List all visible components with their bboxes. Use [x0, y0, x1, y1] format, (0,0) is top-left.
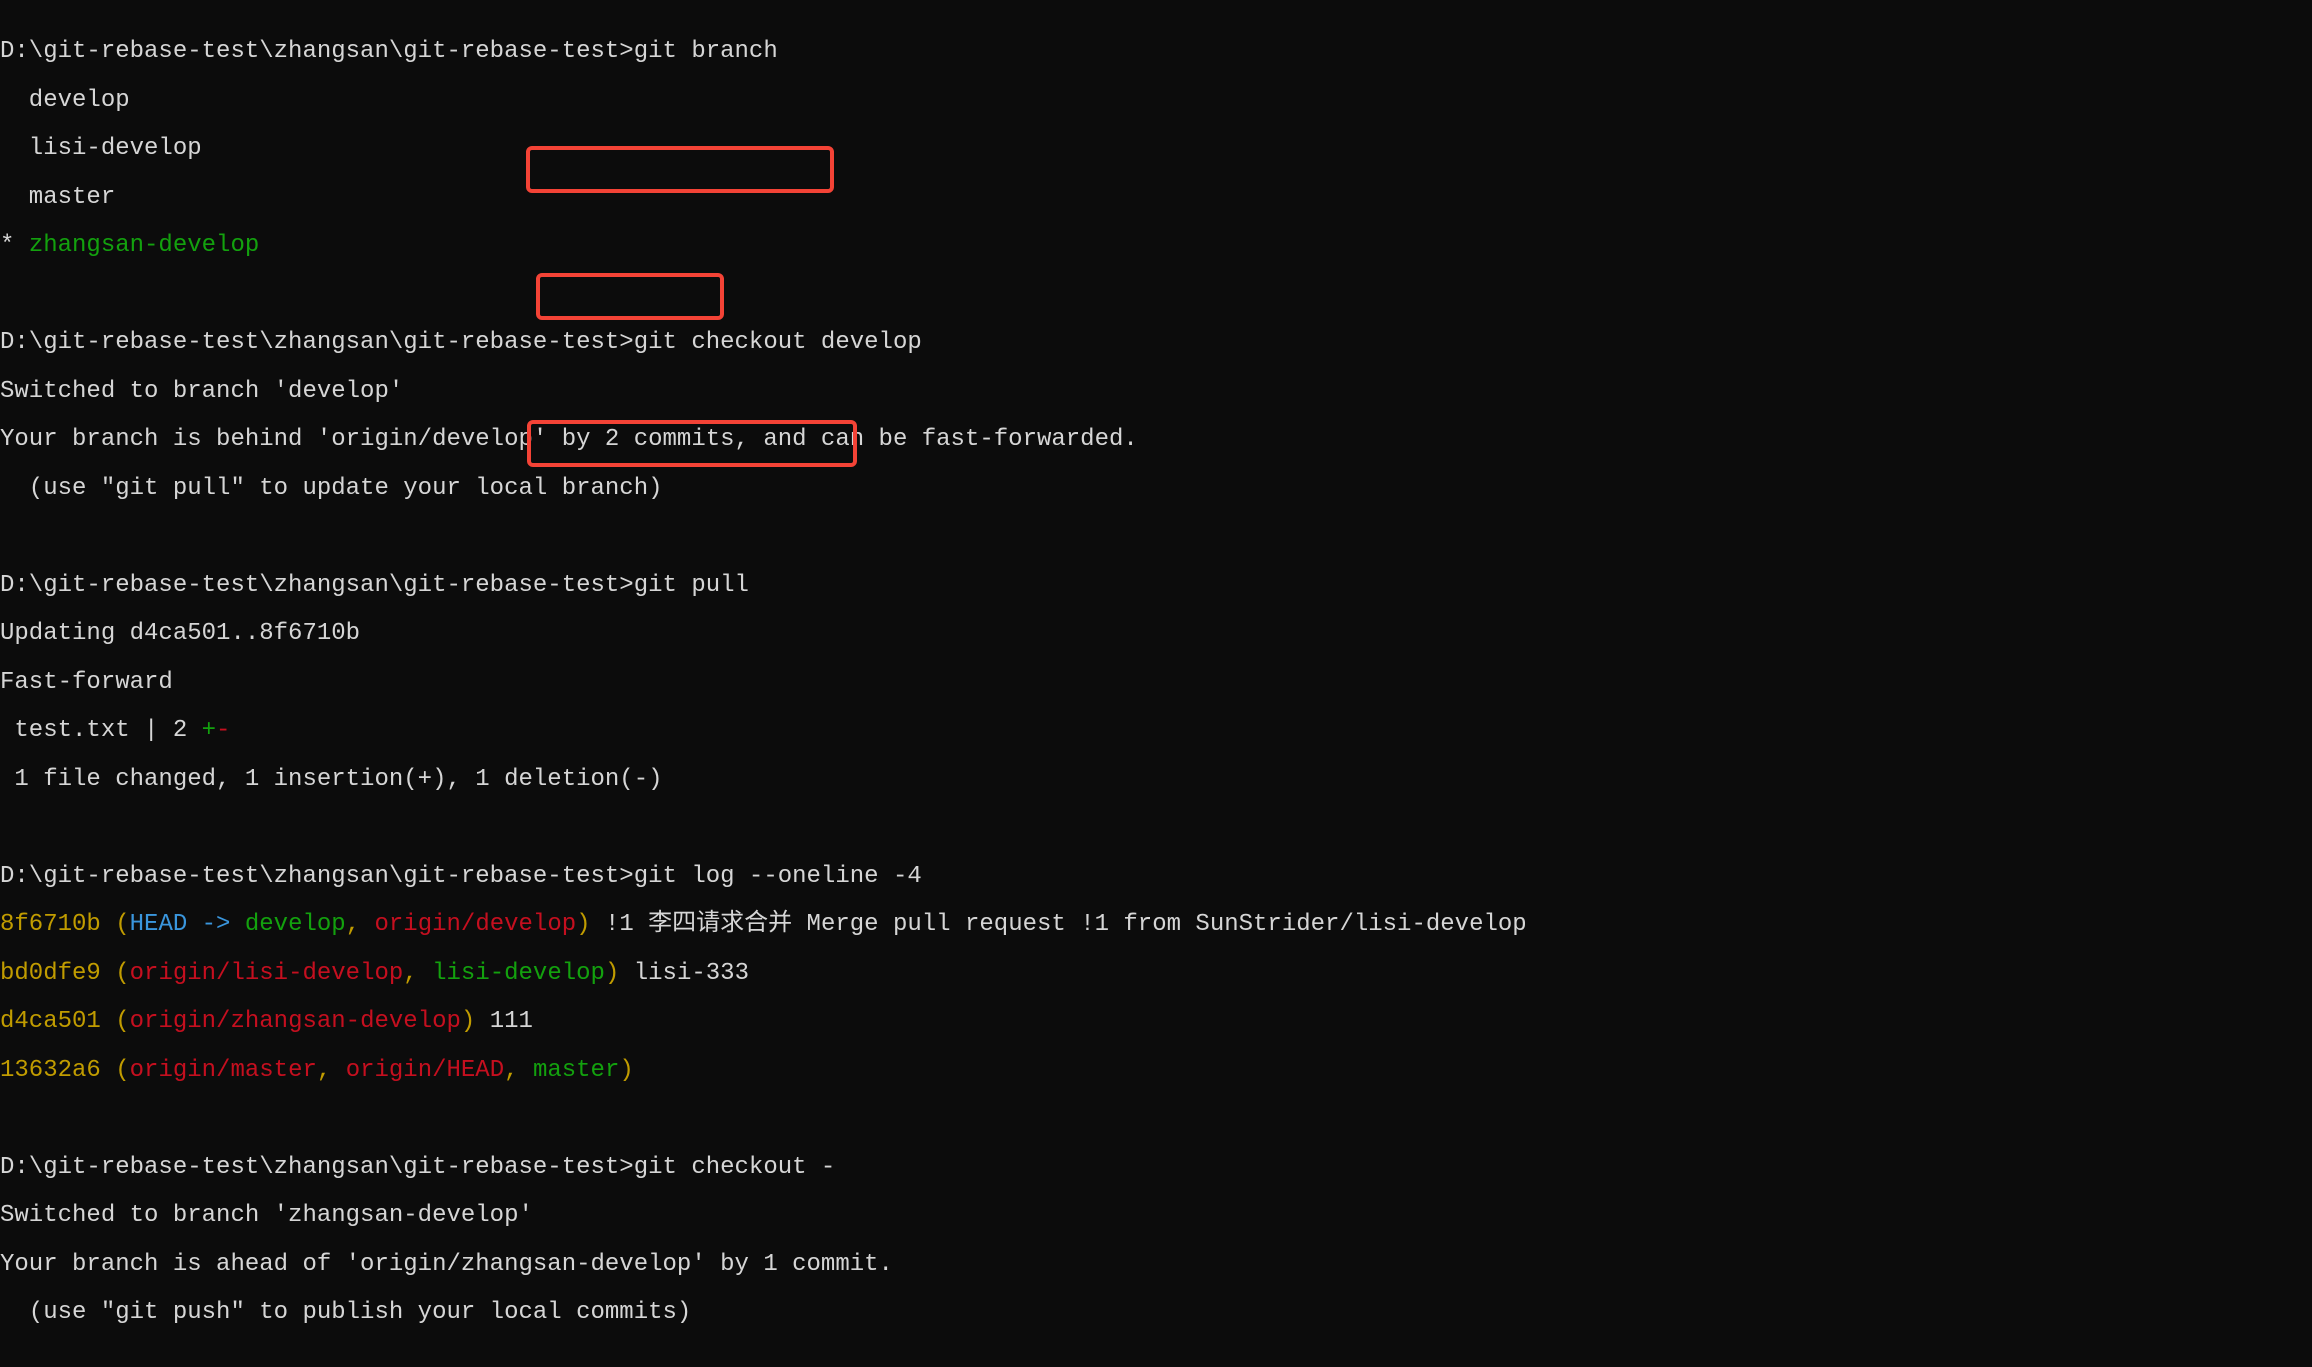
- output-line: 1 file changed, 1 insertion(+), 1 deleti…: [0, 768, 2312, 793]
- blank-line: [0, 525, 2312, 550]
- commit-hash: d4ca501: [0, 1008, 101, 1035]
- remote-ref: origin/lisi-develop: [130, 960, 404, 987]
- diffstat-line: test.txt | 2 +-: [0, 719, 2312, 744]
- output-line: (use "git pull" to update your local bra…: [0, 477, 2312, 502]
- output-line: Switched to branch 'develop': [0, 380, 2312, 405]
- output-line: Updating d4ca501..8f6710b: [0, 622, 2312, 647]
- log-commit: 8f6710b (HEAD -> develop, origin/develop…: [0, 913, 2312, 938]
- remote-ref: origin/zhangsan-develop: [130, 1008, 461, 1035]
- blank-line: [0, 1107, 2312, 1132]
- cmd-git-checkout-develop: git checkout develop: [634, 329, 922, 356]
- commit-msg: !1 李四请求合并 Merge pull request !1 from Sun…: [591, 911, 1527, 938]
- commit-hash: bd0dfe9: [0, 960, 101, 987]
- prompt: D:\git-rebase-test\zhangsan\git-rebase-t…: [0, 1154, 634, 1181]
- output-line: (use "git push" to publish your local co…: [0, 1301, 2312, 1326]
- terminal-output[interactable]: D:\git-rebase-test\zhangsan\git-rebase-t…: [0, 0, 2312, 1367]
- remote-ref: origin/master: [130, 1057, 317, 1084]
- output-line: Your branch is behind 'origin/develop' b…: [0, 428, 2312, 453]
- blank-line: [0, 283, 2312, 308]
- blank-line: [0, 1350, 2312, 1367]
- branch-ref: lisi-develop: [432, 960, 605, 987]
- output-line: Your branch is ahead of 'origin/zhangsan…: [0, 1253, 2312, 1278]
- commit-hash: 8f6710b: [0, 911, 101, 938]
- head-ref: HEAD ->: [130, 911, 245, 938]
- output-line: Fast-forward: [0, 671, 2312, 696]
- branch-ref: master: [533, 1057, 619, 1084]
- prompt: D:\git-rebase-test\zhangsan\git-rebase-t…: [0, 863, 634, 890]
- cmd-git-branch: git branch: [634, 38, 778, 65]
- prompt: D:\git-rebase-test\zhangsan\git-rebase-t…: [0, 329, 634, 356]
- cmd-git-checkout-dash: git checkout -: [634, 1154, 836, 1181]
- commit-hash: 13632a6: [0, 1057, 101, 1084]
- branch-active: zhangsan-develop: [29, 232, 259, 259]
- commit-msg: lisi-333: [619, 960, 749, 987]
- cmd-git-pull: git pull: [634, 572, 749, 599]
- output-line: Switched to branch 'zhangsan-develop': [0, 1204, 2312, 1229]
- log-commit: bd0dfe9 (origin/lisi-develop, lisi-devel…: [0, 962, 2312, 987]
- branch-item: develop: [0, 89, 2312, 114]
- prompt: D:\git-rebase-test\zhangsan\git-rebase-t…: [0, 38, 634, 65]
- branch-item: master: [0, 186, 2312, 211]
- blank-line: [0, 816, 2312, 841]
- log-commit: 13632a6 (origin/master, origin/HEAD, mas…: [0, 1059, 2312, 1084]
- commit-msg: 111: [475, 1008, 533, 1035]
- log-commit: d4ca501 (origin/zhangsan-develop) 111: [0, 1010, 2312, 1035]
- branch-ref: develop: [245, 911, 346, 938]
- cmd-git-log: git log --oneline -4: [634, 863, 922, 890]
- branch-item: lisi-develop: [0, 137, 2312, 162]
- prompt: D:\git-rebase-test\zhangsan\git-rebase-t…: [0, 572, 634, 599]
- branch-active-star: *: [0, 232, 29, 259]
- remote-ref: origin/HEAD: [346, 1057, 504, 1084]
- remote-ref: origin/develop: [375, 911, 577, 938]
